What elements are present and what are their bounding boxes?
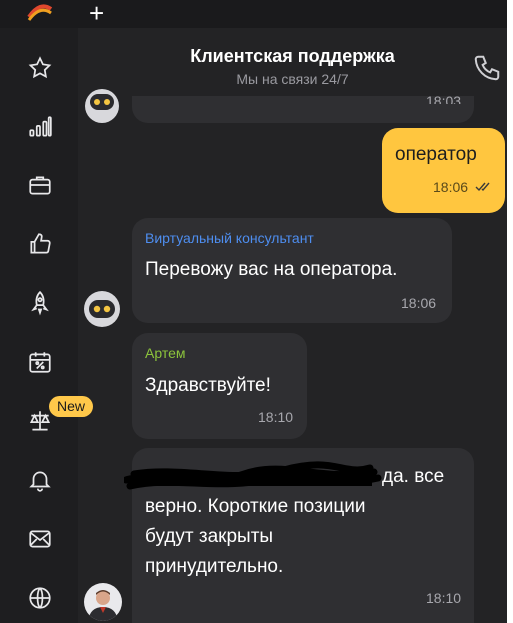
phone-call-icon[interactable] xyxy=(472,53,502,83)
message-text: да. все xyxy=(382,466,445,487)
message-time: 18:03 xyxy=(426,93,462,104)
message-text: будут закрыты xyxy=(145,526,274,547)
message-time: 18:10 xyxy=(426,590,462,606)
message-bubble: да. все верно. Короткие позиции будут за… xyxy=(124,448,474,623)
sidebar-top xyxy=(0,0,78,28)
logo-icon[interactable] xyxy=(26,3,54,23)
message-time: 18:06 xyxy=(433,179,469,195)
message-bubble xyxy=(132,96,474,123)
message-time: 18:06 xyxy=(401,295,437,311)
calendar-percent-icon[interactable] xyxy=(24,346,56,378)
portfolio-briefcase-icon[interactable] xyxy=(24,169,56,201)
bot-avatar-icon xyxy=(84,291,120,327)
mail-icon[interactable] xyxy=(24,523,56,555)
chat-title: Клиентская поддержка xyxy=(190,46,395,66)
message-text: оператор xyxy=(395,144,477,165)
stats-bars-icon[interactable] xyxy=(24,111,56,143)
new-tab-button[interactable]: + xyxy=(89,0,104,26)
message-text: Здравствуйте! xyxy=(145,375,271,396)
message-sender: Артем xyxy=(145,345,186,361)
message-sender: Виртуальный консультант xyxy=(145,230,314,246)
agent-avatar xyxy=(84,583,122,621)
redaction-scribble xyxy=(124,461,382,490)
message-text: Перевожу вас на оператора. xyxy=(145,259,398,280)
bell-icon[interactable] xyxy=(24,464,56,496)
my-message-bubble: оператор 18:06 xyxy=(382,128,505,213)
app-window: New + Клиентская поддержка Мы на связи 2… xyxy=(0,0,507,623)
tab-strip xyxy=(78,0,507,28)
message-bubble: Артем Здравствуйте! 18:10 xyxy=(132,333,307,439)
bot-avatar-icon xyxy=(85,89,119,123)
chat-subtitle: Мы на связи 24/7 xyxy=(236,71,349,87)
message-time: 18:10 xyxy=(258,409,294,425)
new-badge: New xyxy=(49,396,94,417)
message-text: принудительно. xyxy=(145,556,284,577)
left-sidebar: New xyxy=(0,0,94,623)
message-text: верно. Короткие позиции xyxy=(145,496,366,517)
rocket-icon[interactable] xyxy=(24,287,56,319)
message-bubble: Виртуальный консультант Перевожу вас на … xyxy=(132,218,452,323)
globe-icon[interactable] xyxy=(24,582,56,614)
chat-header: Клиентская поддержка Мы на связи 24/7 xyxy=(78,28,507,96)
like-thumb-icon[interactable] xyxy=(24,228,56,260)
double-check-icon xyxy=(475,182,490,192)
favorites-star-icon[interactable] xyxy=(24,52,56,84)
